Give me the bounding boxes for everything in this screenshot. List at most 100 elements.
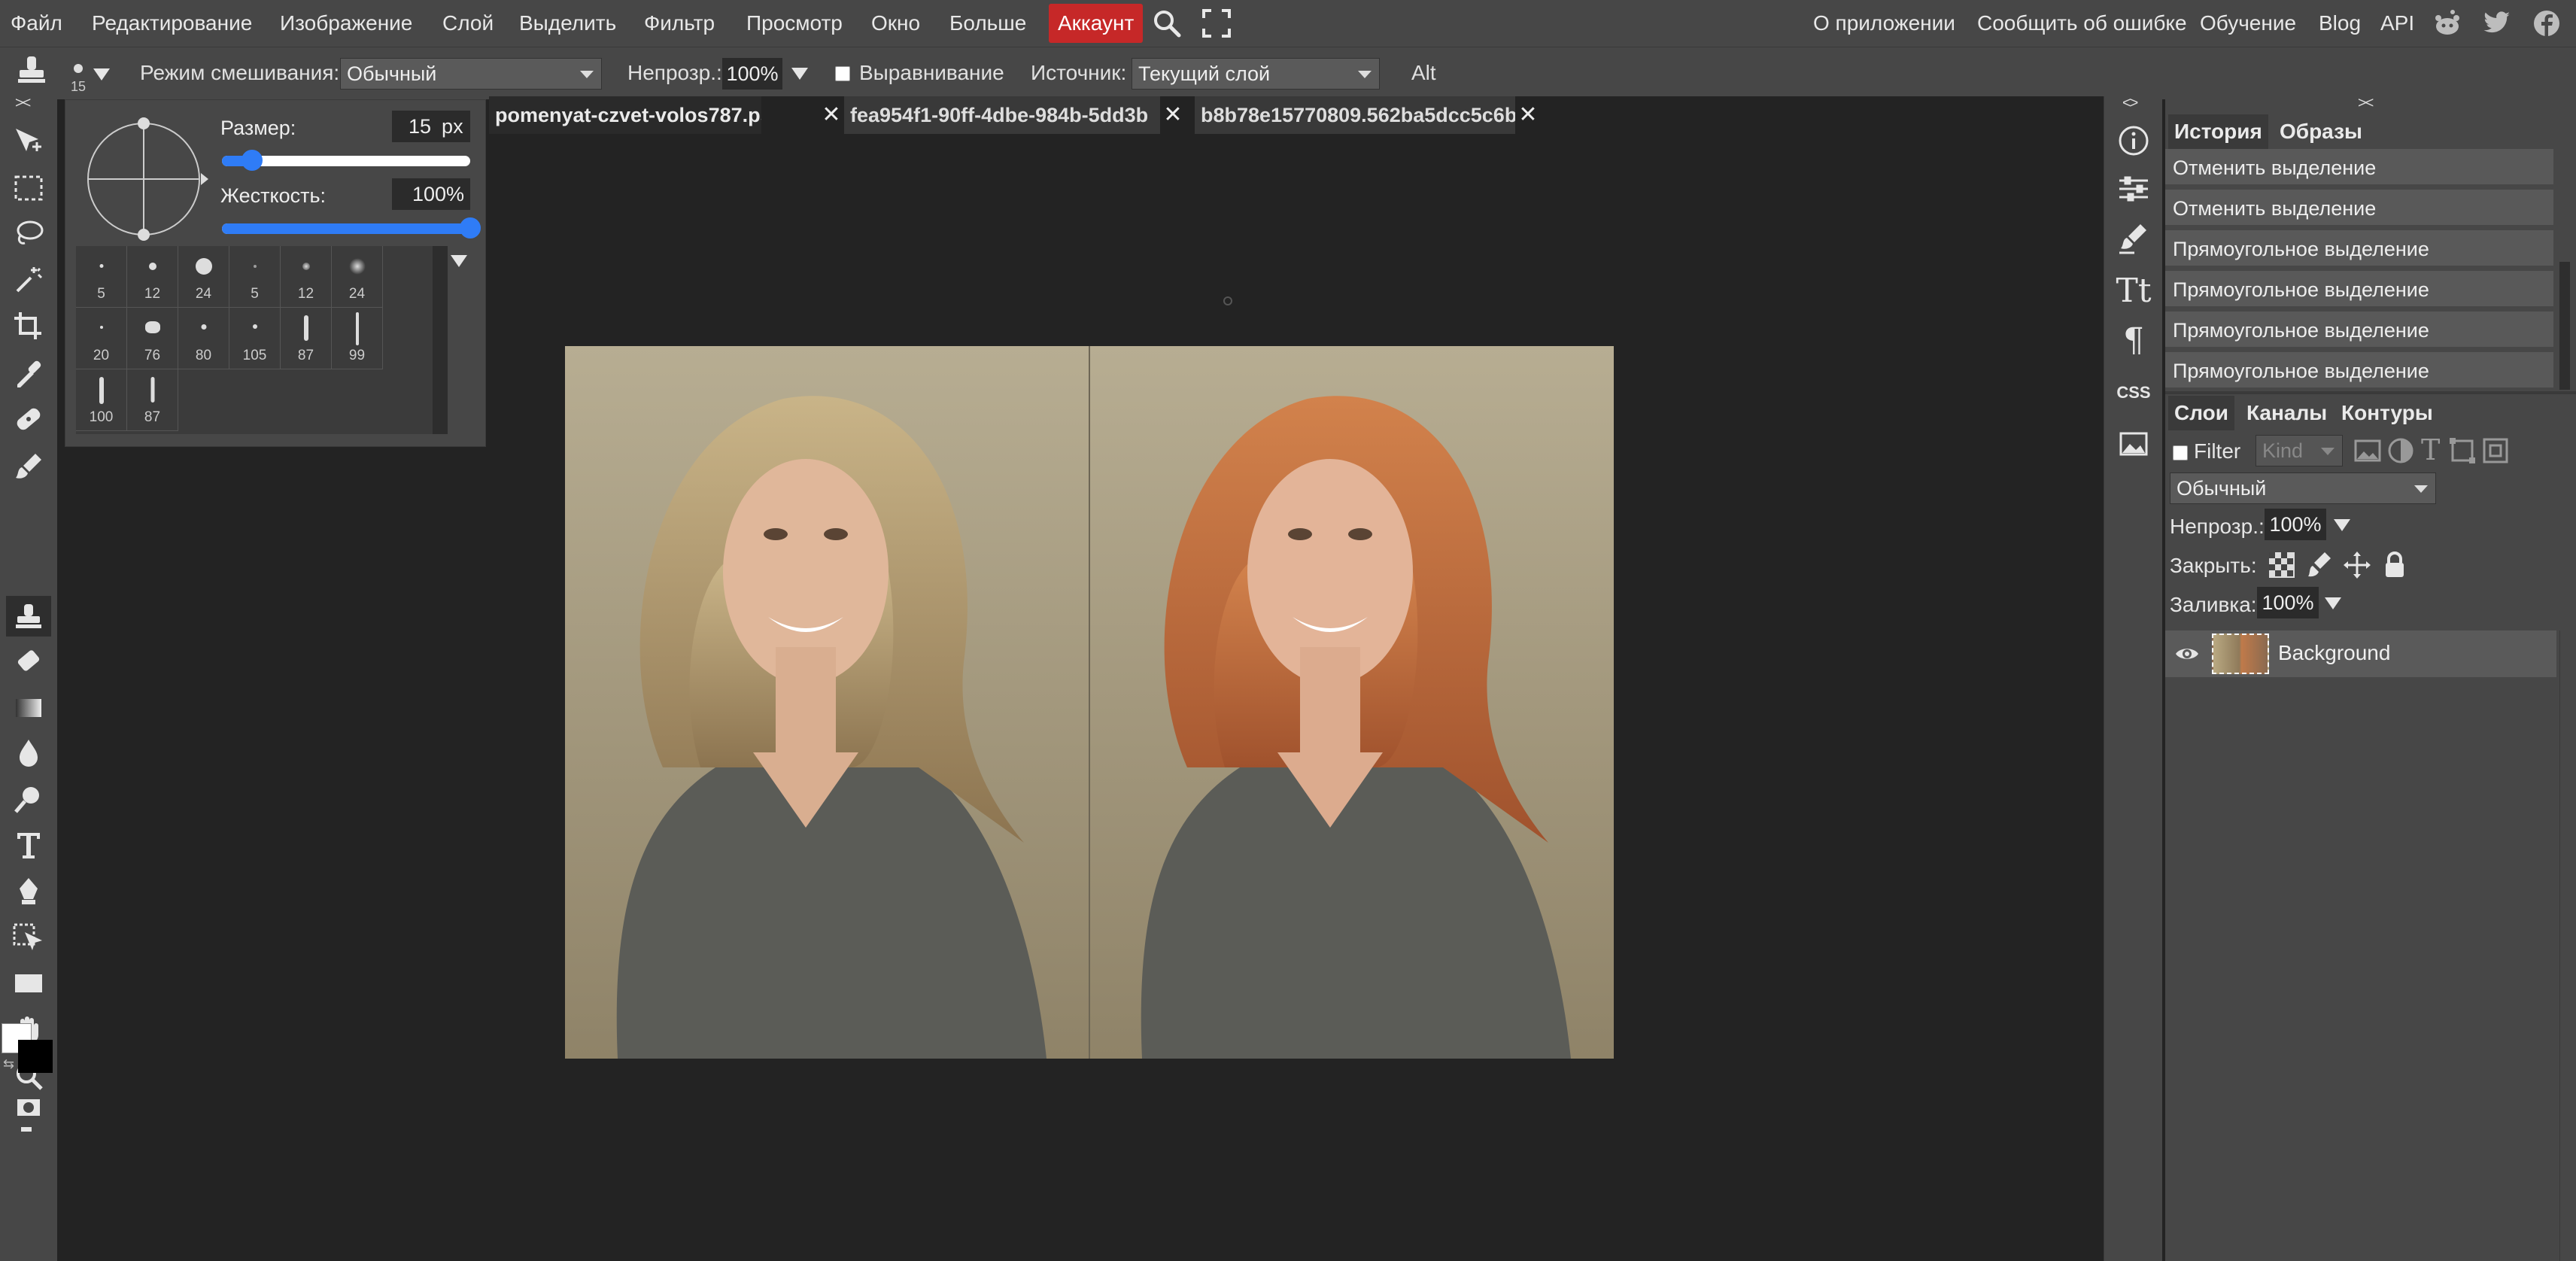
eye-icon[interactable]	[2174, 643, 2200, 665]
menu-view[interactable]: Просмотр	[746, 0, 843, 47]
brush-preset[interactable]: 76	[127, 308, 178, 369]
kind-select[interactable]: Kind	[2256, 435, 2343, 466]
filter-shape-icon[interactable]	[2448, 436, 2477, 465]
menu-edit[interactable]: Редактирование	[92, 0, 252, 47]
filter-image-icon[interactable]	[2353, 436, 2382, 465]
blend-mode-select[interactable]: Обычный	[340, 58, 602, 90]
gradient-tool-icon[interactable]	[6, 686, 51, 727]
shape-tool-icon[interactable]	[6, 962, 51, 1002]
brush-dropdown-icon[interactable]	[93, 68, 110, 81]
hardness-slider-knob[interactable]	[460, 217, 481, 239]
document-tab[interactable]: fea954f1-90ff-4dbe-984b-5dd3b	[844, 96, 1160, 134]
collapse-icons-icon[interactable]: <>	[2122, 95, 2138, 112]
magic-wand-tool-icon[interactable]	[6, 257, 51, 298]
source-select[interactable]: Текущий слой	[1132, 58, 1380, 90]
opacity-dropdown-icon[interactable]	[791, 68, 808, 80]
history-item[interactable]: Прямоугольное выделение	[2165, 311, 2553, 349]
history-scrollbar[interactable]	[2559, 262, 2570, 390]
history-item[interactable]: Прямоугольное выделение	[2165, 230, 2553, 268]
move-tool-icon[interactable]	[6, 120, 51, 161]
about-link[interactable]: О приложении	[1813, 0, 1955, 47]
history-item[interactable]: Отменить выделение	[2165, 149, 2553, 187]
layer-row[interactable]: Background	[2165, 630, 2556, 677]
history-item[interactable]: Прямоугольное выделение	[2165, 352, 2553, 390]
lock-transparency-icon[interactable]	[2268, 551, 2296, 579]
twitter-icon[interactable]	[2481, 8, 2513, 39]
brush-preset[interactable]: 5	[229, 246, 281, 308]
fill-input[interactable]: 100%	[2257, 587, 2319, 618]
crop-tool-icon[interactable]	[6, 304, 51, 345]
dodge-tool-icon[interactable]	[6, 778, 51, 819]
filter-checkbox[interactable]	[2173, 445, 2188, 460]
search-icon[interactable]	[1151, 8, 1183, 39]
marquee-tool-icon[interactable]	[6, 167, 51, 208]
brush-preset[interactable]: 12	[127, 246, 178, 308]
brush-preset[interactable]: 12	[281, 246, 332, 308]
menu-file[interactable]: Файл	[11, 0, 62, 47]
preset-menu-icon[interactable]	[451, 255, 467, 267]
lock-pixels-icon[interactable]	[2305, 551, 2334, 579]
brush-settings-icon[interactable]	[2115, 220, 2152, 257]
brush-tool-icon[interactable]	[6, 444, 51, 485]
close-icon[interactable]: ✕	[1517, 96, 1539, 134]
tab-layers[interactable]: Слои	[2168, 396, 2234, 430]
layer-opacity-dropdown-icon[interactable]	[2334, 519, 2350, 531]
adjustments-icon[interactable]	[2115, 170, 2152, 208]
quick-mask-icon[interactable]	[6, 1086, 51, 1127]
preset-scrollbar[interactable]	[433, 246, 448, 434]
layers-scrollbar[interactable]	[2559, 630, 2571, 1261]
document-tab[interactable]: b8b78e15770809.562ba5dcc5c6b	[1195, 96, 1515, 134]
tab-history[interactable]: История	[2168, 114, 2268, 149]
menu-select[interactable]: Выделить	[519, 0, 616, 47]
background-color-swatch[interactable]	[18, 1040, 53, 1073]
swap-colors-icon[interactable]: ⇆	[3, 1056, 14, 1072]
collapse-panels-icon[interactable]: ><	[2358, 95, 2374, 112]
close-icon[interactable]: ✕	[1162, 96, 1184, 134]
lasso-tool-icon[interactable]	[6, 212, 51, 253]
brush-preset[interactable]: 24	[332, 246, 383, 308]
collapse-toolbar-icon[interactable]: ><	[15, 95, 31, 112]
size-input[interactable]: 15 px	[392, 111, 470, 142]
lock-all-icon[interactable]	[2380, 551, 2409, 579]
tab-channels[interactable]: Каналы	[2240, 396, 2333, 430]
clone-stamp-tool-icon[interactable]	[6, 596, 51, 637]
fullscreen-icon[interactable]	[1201, 8, 1232, 39]
brush-preset[interactable]: 99	[332, 308, 383, 369]
layer-opacity-input[interactable]: 100%	[2265, 509, 2326, 540]
document-tab[interactable]: pomenyat-czvet-volos787.psd *	[489, 96, 761, 134]
history-item[interactable]: Отменить выделение	[2165, 190, 2553, 227]
eraser-tool-icon[interactable]	[6, 640, 51, 680]
brush-preset[interactable]: 5	[76, 246, 127, 308]
brush-preset[interactable]: 100	[76, 369, 127, 431]
screen-mode-icon[interactable]	[21, 1127, 32, 1132]
brush-angle-dial[interactable]	[84, 115, 211, 243]
tab-paths[interactable]: Контуры	[2335, 396, 2439, 430]
history-item[interactable]: Прямоугольное выделение	[2165, 271, 2553, 308]
size-slider-knob[interactable]	[242, 150, 263, 171]
fill-dropdown-icon[interactable]	[2325, 597, 2341, 609]
close-icon[interactable]: ✕	[820, 96, 843, 134]
hardness-input[interactable]: 100%	[392, 178, 470, 210]
filter-smart-object-icon[interactable]	[2481, 436, 2510, 465]
text-tool-icon[interactable]	[6, 823, 51, 864]
menu-image[interactable]: Изображение	[280, 0, 412, 47]
canvas-image[interactable]	[565, 346, 1614, 1059]
menu-layer[interactable]: Слой	[442, 0, 494, 47]
brush-preset[interactable]: 20	[76, 308, 127, 369]
healing-tool-icon[interactable]	[6, 397, 51, 438]
filter-adjustment-icon[interactable]	[2386, 436, 2415, 465]
brush-preset[interactable]: 105	[229, 308, 281, 369]
brush-preset[interactable]: 80	[178, 308, 229, 369]
brush-preset[interactable]: 24	[178, 246, 229, 308]
menu-window[interactable]: Окно	[871, 0, 920, 47]
menu-more[interactable]: Больше	[949, 0, 1026, 47]
reddit-icon[interactable]	[2432, 8, 2463, 39]
lock-position-icon[interactable]	[2343, 551, 2371, 579]
pen-tool-icon[interactable]	[6, 870, 51, 910]
menu-filter[interactable]: Фильтр	[644, 0, 715, 47]
image-icon[interactable]	[2115, 426, 2152, 463]
clone-stamp-tool-icon[interactable]	[15, 55, 48, 91]
character-icon[interactable]: Tt	[2115, 272, 2152, 310]
eyedropper-tool-icon[interactable]	[6, 351, 51, 391]
learn-link[interactable]: Обучение	[2200, 0, 2296, 47]
